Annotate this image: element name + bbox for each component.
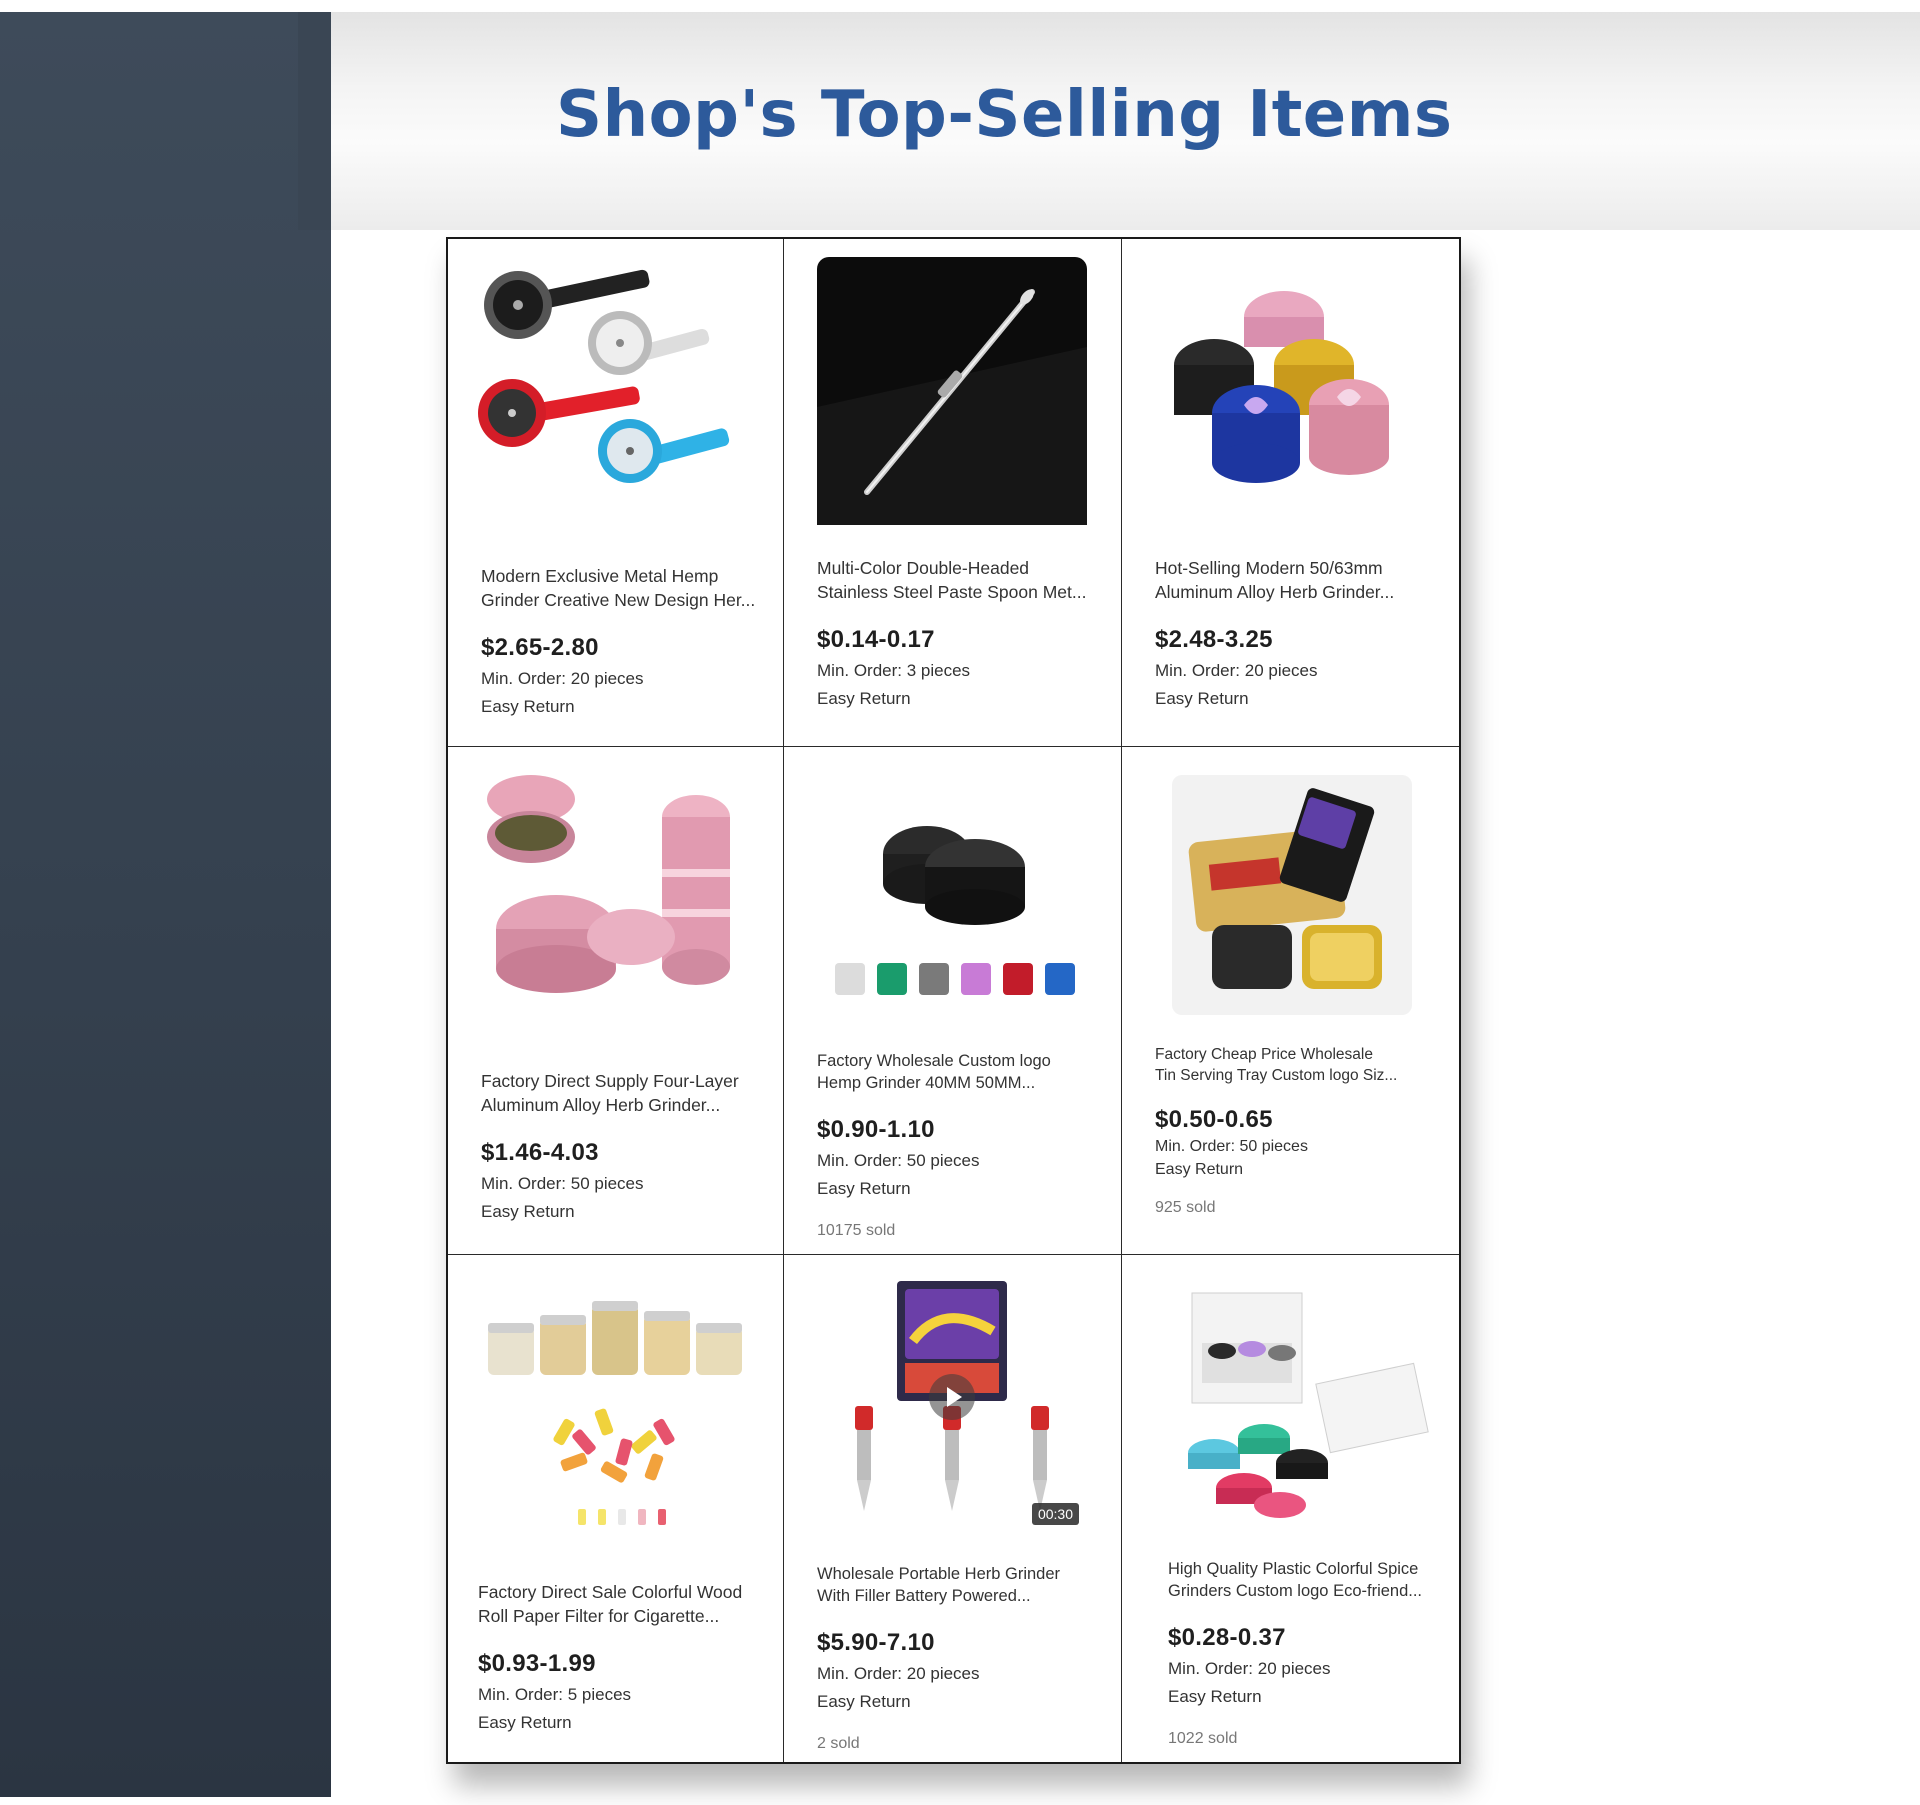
jeweled-grinder-image[interactable]	[1144, 255, 1414, 525]
product-price: $0.90-1.10	[817, 1116, 935, 1143]
product-price: $1.46-4.03	[481, 1139, 599, 1166]
sold-count: 1022 sold	[1168, 1730, 1238, 1747]
product-title[interactable]: High Quality Plastic Colorful Spice Grind…	[1168, 1558, 1441, 1602]
product-price: $2.48-3.25	[1155, 626, 1273, 653]
easy-return-badge: Easy Return	[817, 1179, 911, 1198]
product-price: $0.14-0.17	[817, 626, 935, 653]
black-grinder-image[interactable]	[817, 759, 1087, 1029]
product-info: Wholesale Portable Herb Grinder With Fill…	[817, 1563, 1103, 1753]
product-price: $0.50-0.65	[1155, 1106, 1273, 1133]
product-card[interactable]: Factory Wholesale Custom logo Hemp Grinde…	[784, 747, 1122, 1255]
product-info: Factory Direct Sale Colorful Wood Roll Pa…	[478, 1580, 765, 1733]
product-title[interactable]: Multi-Color Double-Headed Stainless Steel…	[817, 556, 1103, 604]
min-order: Min. Order: 20 pieces	[1155, 661, 1318, 680]
easy-return-badge: Easy Return	[1155, 1161, 1244, 1178]
product-info: Modern Exclusive Metal Hemp Grinder Creat…	[481, 564, 765, 717]
product-info: Factory Cheap Price Wholesale Tin Serving…	[1155, 1044, 1441, 1217]
spoon-tool-image[interactable]	[817, 257, 1087, 525]
plastic-grinders-image[interactable]	[1172, 1273, 1437, 1533]
product-card[interactable]: Modern Exclusive Metal Hemp Grinder Creat…	[448, 239, 784, 747]
min-order: Min. Order: 20 pieces	[817, 1664, 980, 1683]
sidebar-edge	[298, 12, 331, 230]
product-card[interactable]: 00:30 Wholesale Portable Herb Grinder Wit…	[784, 1255, 1122, 1762]
min-order: Min. Order: 50 pieces	[481, 1174, 644, 1193]
product-price: $0.93-1.99	[478, 1650, 596, 1677]
product-info: Multi-Color Double-Headed Stainless Steel…	[817, 556, 1103, 709]
product-card[interactable]: Multi-Color Double-Headed Stainless Steel…	[784, 239, 1122, 747]
easy-return-badge: Easy Return	[478, 1713, 572, 1732]
paper-filter-jars-image[interactable]	[478, 1269, 748, 1539]
sidebar-panel	[0, 12, 331, 1797]
product-title[interactable]: Factory Direct Supply Four-Layer Aluminum…	[481, 1069, 765, 1117]
easy-return-badge: Easy Return	[1168, 1687, 1262, 1706]
product-info: Factory Wholesale Custom logo Hemp Grinde…	[817, 1050, 1103, 1240]
min-order: Min. Order: 20 pieces	[1168, 1659, 1331, 1678]
easy-return-badge: Easy Return	[481, 1202, 575, 1221]
easy-return-badge: Easy Return	[817, 1692, 911, 1711]
easy-return-badge: Easy Return	[817, 689, 911, 708]
min-order: Min. Order: 50 pieces	[1155, 1138, 1308, 1155]
product-grid: Modern Exclusive Metal Hemp Grinder Creat…	[446, 237, 1461, 1764]
tin-tray-image[interactable]	[1172, 775, 1412, 1015]
sold-count: 2 sold	[817, 1735, 860, 1752]
page-title: Shop's Top-Selling Items	[556, 78, 1453, 152]
product-card[interactable]: High Quality Plastic Colorful Spice Grind…	[1122, 1255, 1459, 1762]
product-info: Factory Direct Supply Four-Layer Aluminum…	[481, 1069, 765, 1222]
watch-grinder-image[interactable]	[470, 255, 738, 487]
video-duration: 00:30	[1031, 1503, 1079, 1525]
product-card[interactable]: Factory Direct Sale Colorful Wood Roll Pa…	[448, 1255, 784, 1762]
sold-count: 10175 sold	[817, 1222, 896, 1239]
product-card[interactable]: Hot-Selling Modern 50/63mm Aluminum Alloy…	[1122, 239, 1459, 747]
product-info: High Quality Plastic Colorful Spice Grind…	[1168, 1558, 1441, 1748]
min-order: Min. Order: 3 pieces	[817, 661, 971, 680]
product-title[interactable]: Factory Cheap Price Wholesale Tin Serving…	[1155, 1044, 1441, 1086]
min-order: Min. Order: 50 pieces	[817, 1151, 980, 1170]
product-info: Hot-Selling Modern 50/63mm Aluminum Alloy…	[1155, 556, 1441, 709]
product-title[interactable]: Wholesale Portable Herb Grinder With Fill…	[817, 1563, 1103, 1607]
product-title[interactable]: Modern Exclusive Metal Hemp Grinder Creat…	[481, 564, 765, 612]
product-price: $0.28-0.37	[1168, 1624, 1286, 1651]
product-price: $5.90-7.10	[817, 1629, 935, 1656]
play-icon[interactable]	[929, 1373, 975, 1420]
min-order: Min. Order: 5 pieces	[478, 1685, 632, 1704]
electric-grinder-video[interactable]: 00:30	[817, 1271, 1087, 1533]
min-order: Min. Order: 20 pieces	[481, 669, 644, 688]
product-title[interactable]: Hot-Selling Modern 50/63mm Aluminum Alloy…	[1155, 556, 1441, 604]
product-card[interactable]: Factory Cheap Price Wholesale Tin Serving…	[1122, 747, 1459, 1255]
product-card[interactable]: Factory Direct Supply Four-Layer Aluminum…	[448, 747, 784, 1255]
easy-return-badge: Easy Return	[1155, 689, 1249, 708]
easy-return-badge: Easy Return	[481, 697, 575, 716]
product-price: $2.65-2.80	[481, 634, 599, 661]
pink-grinder-image[interactable]	[481, 759, 751, 1029]
product-title[interactable]: Factory Direct Sale Colorful Wood Roll Pa…	[478, 1580, 765, 1628]
sold-count: 925 sold	[1155, 1199, 1216, 1216]
product-title[interactable]: Factory Wholesale Custom logo Hemp Grinde…	[817, 1050, 1103, 1094]
